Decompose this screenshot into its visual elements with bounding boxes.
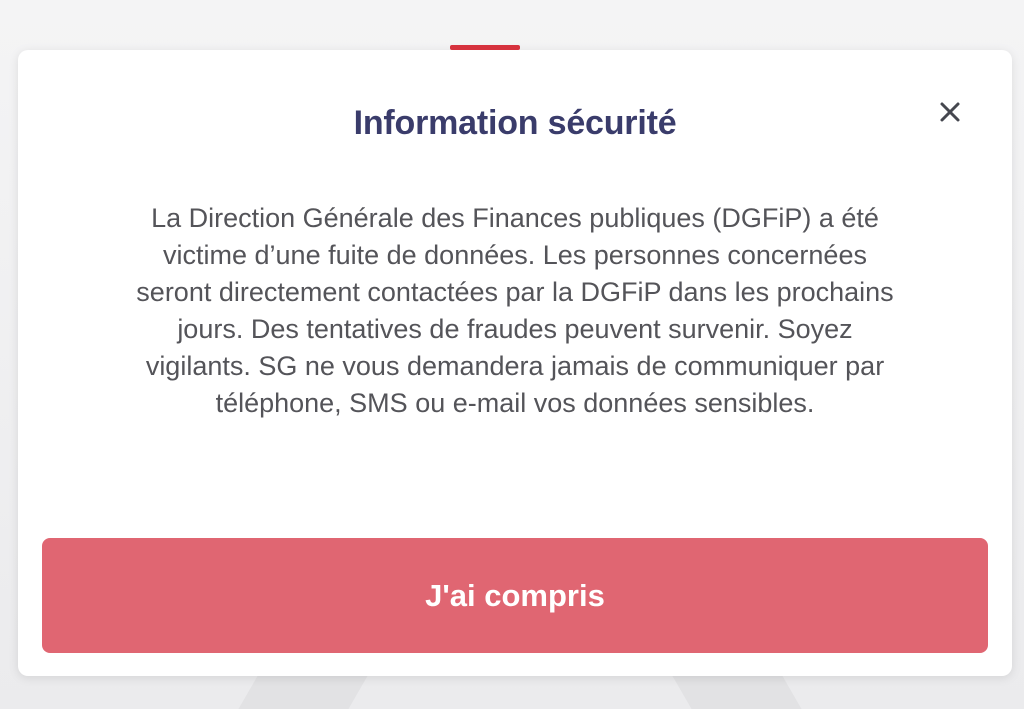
dialog-accent-bar — [450, 45, 520, 50]
dialog-title: Information sécurité — [353, 104, 677, 142]
dialog-message: La Direction Générale des Finances publi… — [136, 203, 894, 418]
security-info-dialog: Information sécurité La Direction Généra… — [18, 45, 1012, 676]
confirm-button[interactable]: J'ai compris — [42, 538, 988, 653]
